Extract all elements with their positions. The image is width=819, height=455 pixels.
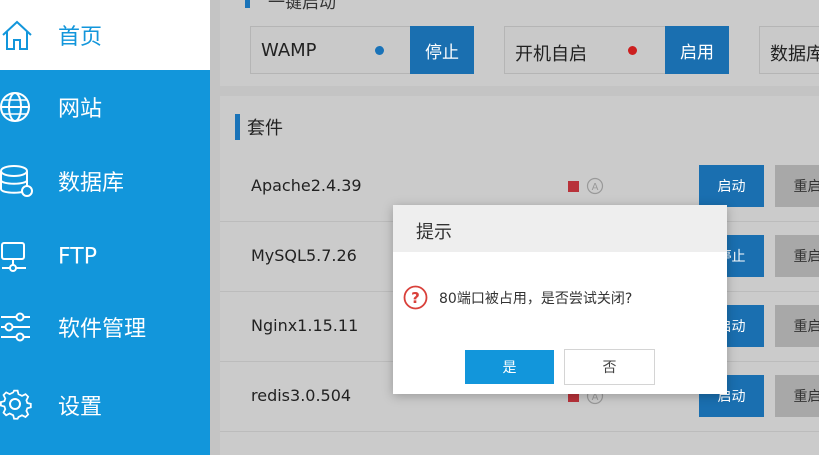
svg-text:A: A [592,182,599,193]
control-name: 数据库 [770,44,819,65]
package-name: Nginx1.15.11 [251,316,359,335]
section-marker [245,0,250,8]
database-control: 数据库 [759,26,819,74]
control-name: WAMP [261,40,317,61]
wamp-stop-button[interactable]: 停止 [410,26,474,74]
sidebar-item-database[interactable]: 数据库 [0,146,210,216]
sidebar-item-label: 数据库 [58,171,125,196]
quick-start-panel: 一键启动 WAMP 停止 开机自启 启用 数据库 [220,0,819,86]
package-name: Apache2.4.39 [251,176,362,195]
control-name: 开机自启 [515,44,587,65]
sliders-icon [1,312,30,342]
status-dot-running [375,46,384,55]
gear-icon [0,389,32,420]
redis-restart-button[interactable]: 重启 [775,375,819,417]
mysql-restart-button[interactable]: 重启 [775,235,819,277]
dialog-message: 80端口被占用，是否尝试关闭? [439,291,633,307]
nginx-restart-button[interactable]: 重启 [775,305,819,347]
apache-start-button[interactable]: 启动 [699,165,764,207]
sidebar-item-settings[interactable]: 设置 [0,370,210,440]
autostart-control: 开机自启 启用 [504,26,729,74]
home-icon [2,20,32,50]
dialog-header: 提示 [393,205,727,252]
sidebar: 首页 网站 数据库 FTP 软件管理 设置 [0,0,210,455]
package-name: redis3.0.504 [251,386,352,405]
sidebar-item-website[interactable]: 网站 [0,72,210,142]
section-marker [235,114,240,140]
question-circle-icon: ? [403,285,428,310]
confirm-yes-button[interactable]: 是 [465,350,554,384]
package-name: MySQL5.7.26 [251,246,357,265]
sidebar-item-software[interactable]: 软件管理 [0,292,210,362]
dialog-title: 提示 [416,222,452,243]
database-icon [0,165,33,197]
prompt-dialog: 提示 ? 80端口被占用，是否尝试关闭? 是 否 [393,205,727,394]
status-square [568,181,579,192]
sidebar-item-ftp[interactable]: FTP [0,222,210,292]
section-title: 一键启动 [268,0,336,13]
sidebar-item-home[interactable]: 首页 [0,0,210,70]
sidebar-item-label: 首页 [58,25,103,50]
status-dot-stopped [628,46,637,55]
sidebar-item-label: 设置 [58,395,103,420]
ftp-server-icon [1,242,26,272]
sidebar-item-label: FTP [58,244,97,270]
confirm-no-button[interactable]: 否 [564,349,655,385]
sidebar-item-label: 网站 [58,97,103,122]
autostart-enable-button[interactable]: 启用 [665,26,729,74]
section-title: 套件 [247,118,283,139]
auto-start-circle-icon: A [586,177,604,195]
sidebar-item-label: 软件管理 [58,317,147,342]
apache-restart-button[interactable]: 重启 [775,165,819,207]
svg-text:?: ? [411,289,420,307]
globe-icon [0,92,30,122]
wamp-control: WAMP 停止 [250,26,474,74]
